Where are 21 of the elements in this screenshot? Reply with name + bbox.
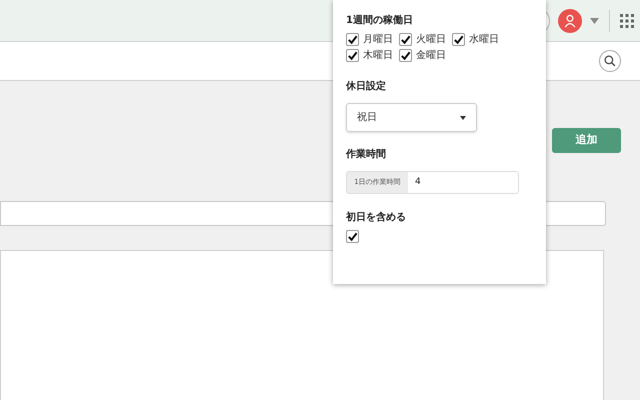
day-label: 木曜日 xyxy=(363,48,393,62)
day-label: 火曜日 xyxy=(416,32,446,46)
day-label: 金曜日 xyxy=(416,48,446,62)
section-title: 休日設定 xyxy=(346,80,387,94)
checkbox[interactable] xyxy=(346,32,359,46)
checkbox[interactable] xyxy=(399,48,412,62)
section-title: 初日を含める xyxy=(346,211,407,225)
checkbox[interactable] xyxy=(346,48,359,62)
search-icon[interactable] xyxy=(599,50,621,72)
section-title: 1週間の稼働日 xyxy=(346,14,414,28)
caret-icon xyxy=(460,116,466,120)
day-label: 水曜日 xyxy=(469,32,499,46)
avatar-icon[interactable] xyxy=(558,8,582,32)
caret-icon[interactable] xyxy=(590,18,599,24)
section-title: 作業時間 xyxy=(346,148,387,162)
holiday-select[interactable]: 祝日 xyxy=(346,103,477,132)
checkbox[interactable] xyxy=(452,32,465,46)
checkbox[interactable] xyxy=(399,32,412,46)
checkbox[interactable] xyxy=(346,230,359,243)
day-label: 月曜日 xyxy=(363,32,393,46)
apps-grid-icon[interactable] xyxy=(620,14,634,28)
